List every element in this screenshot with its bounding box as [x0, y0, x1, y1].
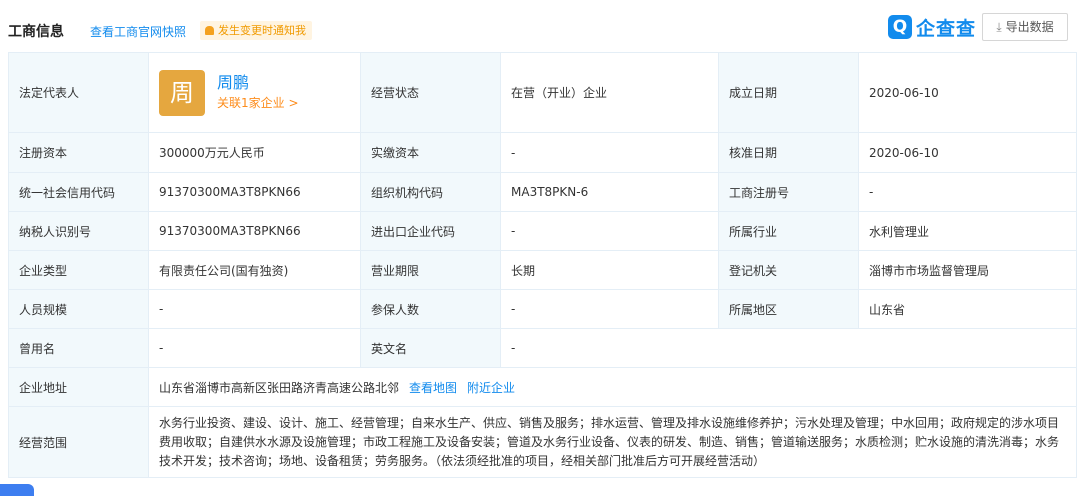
taxpayer-id-value: 91370300MA3T8PKN66 [148, 211, 361, 251]
industry-label: 所属行业 [718, 211, 859, 251]
biz-reg-no-value: - [858, 172, 1077, 212]
paid-capital-value: - [500, 132, 719, 173]
company-type-label: 企业类型 [8, 250, 149, 290]
biz-reg-no-label: 工商注册号 [718, 172, 859, 212]
import-export-code-label: 进出口企业代码 [360, 211, 501, 251]
section-header: 工商信息 查看工商官网快照 发生变更时通知我 Q 企查查 ⤓ 导出数据 [0, 0, 1080, 52]
taxpayer-id-label: 纳税人识别号 [8, 211, 149, 251]
org-code-value: MA3T8PKN-6 [500, 172, 719, 212]
export-label: 导出数据 [1005, 20, 1054, 34]
table-row: 法定代表人 周 周鹏 关联1家企业 > 经营状态 在营（开业）企业 成立日期 2… [8, 52, 1077, 133]
floating-tab[interactable] [0, 484, 34, 496]
established-value: 2020-06-10 [858, 52, 1077, 133]
brand-logo: Q 企查查 [888, 13, 976, 41]
address-label: 企业地址 [8, 367, 149, 407]
section-title: 工商信息 [8, 24, 64, 40]
region-label: 所属地区 [718, 289, 859, 329]
related-companies-link[interactable]: 关联1家企业 > [217, 93, 299, 113]
company-type-value: 有限责任公司(国有独资) [148, 250, 361, 290]
reg-capital-value: 300000万元人民币 [148, 132, 361, 173]
bell-icon [205, 26, 214, 35]
table-row: 企业类型 有限责任公司(国有独资) 营业期限 长期 登记机关 淄博市市场监督管理… [8, 250, 1077, 290]
industry-value: 水利管理业 [858, 211, 1077, 251]
org-code-label: 组织机构代码 [360, 172, 501, 212]
established-label: 成立日期 [718, 52, 859, 133]
business-scope-label: 经营范围 [8, 406, 149, 478]
table-row: 人员规模 - 参保人数 - 所属地区 山东省 [8, 289, 1077, 329]
table-row: 统一社会信用代码 91370300MA3T8PKN66 组织机构代码 MA3T8… [8, 172, 1077, 212]
credit-code-value: 91370300MA3T8PKN66 [148, 172, 361, 212]
business-term-label: 营业期限 [360, 250, 501, 290]
reg-authority-label: 登记机关 [718, 250, 859, 290]
address-cell: 山东省淄博市高新区张田路济青高速公路北邻 查看地图 附近企业 [148, 367, 1077, 407]
paid-capital-label: 实缴资本 [360, 132, 501, 173]
former-name-value: - [148, 328, 361, 368]
reg-authority-value: 淄博市市场监督管理局 [858, 250, 1077, 290]
notify-label: 发生变更时通知我 [218, 24, 306, 37]
avatar: 周 [159, 69, 205, 116]
brand-name: 企查查 [916, 17, 977, 40]
staff-size-label: 人员规模 [8, 289, 149, 329]
business-scope-value: 水务行业投资、建设、设计、施工、经营管理；自来水生产、供应、销售及服务；排水运营… [148, 406, 1077, 478]
insured-count-value: - [500, 289, 719, 329]
table-row: 曾用名 - 英文名 - [8, 328, 1077, 368]
view-map-link[interactable]: 查看地图 [409, 381, 457, 395]
region-value: 山东省 [858, 289, 1077, 329]
business-term-value: 长期 [500, 250, 719, 290]
insured-count-label: 参保人数 [360, 289, 501, 329]
official-snapshot-link[interactable]: 查看工商官网快照 [90, 23, 186, 40]
export-data-button[interactable]: ⤓ 导出数据 [982, 13, 1068, 41]
table-row: 企业地址 山东省淄博市高新区张田路济青高速公路北邻 查看地图 附近企业 [8, 367, 1077, 407]
staff-size-value: - [148, 289, 361, 329]
english-name-label: 英文名 [360, 328, 501, 368]
import-export-code-value: - [500, 211, 719, 251]
address-value: 山东省淄博市高新区张田路济青高速公路北邻 [159, 380, 400, 395]
table-row: 纳税人识别号 91370300MA3T8PKN66 进出口企业代码 - 所属行业… [8, 211, 1077, 251]
status-label: 经营状态 [360, 52, 501, 133]
former-name-label: 曾用名 [8, 328, 149, 368]
table-row: 注册资本 300000万元人民币 实缴资本 - 核准日期 2020-06-10 [8, 132, 1077, 173]
table-row: 经营范围 水务行业投资、建设、设计、施工、经营管理；自来水生产、供应、销售及服务… [8, 406, 1077, 478]
nearby-companies-link[interactable]: 附近企业 [467, 381, 515, 395]
download-icon: ⤓ [996, 20, 1002, 34]
legal-rep-name-link[interactable]: 周鹏 [217, 73, 299, 93]
legal-rep-label: 法定代表人 [8, 52, 149, 133]
approval-date-value: 2020-06-10 [858, 132, 1077, 173]
legal-rep-cell: 周 周鹏 关联1家企业 > [148, 52, 361, 133]
approval-date-label: 核准日期 [718, 132, 859, 173]
status-value: 在营（开业）企业 [500, 52, 719, 133]
reg-capital-label: 注册资本 [8, 132, 149, 173]
credit-code-label: 统一社会信用代码 [8, 172, 149, 212]
change-notify-button[interactable]: 发生变更时通知我 [200, 21, 312, 40]
english-name-value: - [500, 328, 1077, 368]
brand-mark-icon: Q [888, 15, 912, 39]
business-info-table: 法定代表人 周 周鹏 关联1家企业 > 经营状态 在营（开业）企业 成立日期 2… [8, 52, 1077, 478]
